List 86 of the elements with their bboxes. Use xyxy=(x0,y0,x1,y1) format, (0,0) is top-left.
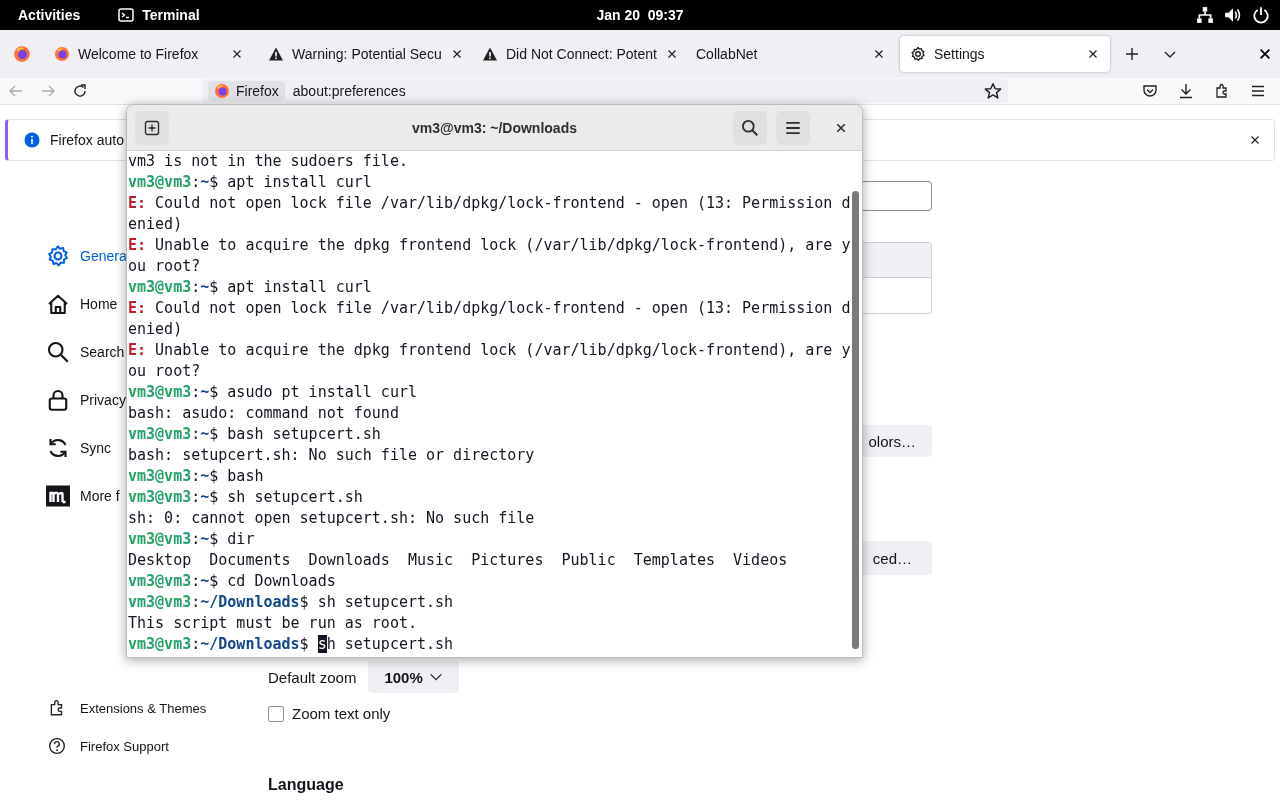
colors-button[interactable]: olors… xyxy=(862,425,932,457)
download-icon[interactable] xyxy=(1178,83,1194,99)
terminal-output-line: bash: asudo: command not found xyxy=(128,403,399,424)
terminal-prompt-line: vm3@vm3:~$ bash xyxy=(128,466,264,487)
terminal-output-line: bash: setupcert.sh: No such file or directory xyxy=(128,445,535,466)
advanced-button[interactable]: ced… xyxy=(862,541,932,575)
terminal-output-line: This script must be run as root. xyxy=(128,613,417,634)
browser-tab[interactable]: CollabNet xyxy=(686,36,896,72)
settings-icon xyxy=(910,46,926,62)
lock-icon xyxy=(46,388,70,412)
browser-tab[interactable]: Settings xyxy=(900,36,1110,72)
sidebar-item[interactable]: Search xyxy=(46,328,125,376)
notification-text: Firefox auto xyxy=(50,132,124,148)
terminal-error-line: E: Unable to acquire the dpkg frontend lock (/var/lib/dpkg/lock-frontend), are y xyxy=(128,340,851,361)
bookmark-star-icon[interactable] xyxy=(984,82,1002,100)
terminal-prompt-line: vm3@vm3:~$ sh setupcert.sh xyxy=(128,487,363,508)
terminal-output-line: ou root? xyxy=(128,361,201,382)
close-icon xyxy=(835,121,847,134)
new-tab-icon[interactable] xyxy=(1124,46,1140,62)
terminal-prompt-line: vm3@vm3:~$ asudo pt install curl xyxy=(128,382,417,403)
network-icon[interactable] xyxy=(1196,6,1214,24)
terminal-prompt-line: vm3@vm3:~$ apt install curl xyxy=(128,277,372,298)
terminal-output-line: vm3 is not in the sudoers file. xyxy=(128,151,408,172)
power-icon[interactable] xyxy=(1252,6,1270,24)
terminal-error-line: E: Could not open lock file /var/lib/dpkg/lock-frontend - open (13: Permission d xyxy=(128,193,851,214)
terminal-prompt-line: vm3@vm3:~$ apt install curl xyxy=(128,172,372,193)
settings-icon xyxy=(46,244,70,268)
sidebar-item[interactable]: Genera xyxy=(46,232,127,280)
terminal-prompt-line: vm3@vm3:~/Downloads$ sh setupcert.sh xyxy=(128,634,454,655)
terminal-output-line: Desktop Documents Downloads Music Pictures Public Templates Videos xyxy=(128,550,788,571)
home-icon xyxy=(46,292,70,316)
url-text: about:preferences xyxy=(292,83,407,99)
terminal-output-line: sh: 0: cannot open setupcert.sh: No such file xyxy=(128,508,535,529)
sidebar-item[interactable]: Home xyxy=(46,280,118,328)
warning-icon xyxy=(482,46,498,62)
search-icon xyxy=(46,340,70,364)
menu-button[interactable] xyxy=(776,110,810,145)
terminal-error-line: E: Could not open lock file /var/lib/dpkg/lock-frontend - open (13: Permission d xyxy=(128,298,851,319)
scrollbar[interactable] xyxy=(852,191,859,649)
warning-icon xyxy=(268,46,284,62)
firefox-icon[interactable] xyxy=(13,45,31,63)
browser-tab[interactable]: Warning: Potential Secu xyxy=(258,36,468,72)
menu-icon[interactable] xyxy=(1250,83,1266,99)
section-heading: Language xyxy=(268,776,345,794)
extensions-icon[interactable] xyxy=(1214,83,1230,99)
help-icon xyxy=(48,737,66,755)
terminal-prompt-line: vm3@vm3:~$ dir xyxy=(128,529,255,550)
terminal-output-line: enied) xyxy=(128,319,183,340)
browser-tab[interactable]: Did Not Connect: Potent xyxy=(472,36,682,72)
firefox-icon xyxy=(214,83,230,99)
mozilla-icon xyxy=(46,484,70,508)
identity-chip[interactable]: Firefox xyxy=(208,81,285,101)
reload-icon[interactable] xyxy=(72,83,88,99)
close-icon[interactable] xyxy=(1258,47,1272,61)
checkbox[interactable] xyxy=(268,705,284,722)
new-tab-button[interactable] xyxy=(135,110,169,145)
browser-tab[interactable]: Welcome to Firefox xyxy=(44,36,254,72)
sidebar-link[interactable]: Extensions & Themes xyxy=(48,698,268,718)
info-icon xyxy=(24,132,40,148)
sidebar-item[interactable]: Privacy xyxy=(46,376,126,424)
terminal-prompt-line: vm3@vm3:~$ cd Downloads xyxy=(128,571,336,592)
window-title: vm3@vm3: ~/Downloads xyxy=(412,119,577,136)
activities-button[interactable]: Activities xyxy=(18,7,81,23)
terminal-prompt-line: vm3@vm3:~/Downloads$ sh setupcert.sh xyxy=(128,592,454,613)
sidebar-link[interactable]: Firefox Support xyxy=(48,736,268,756)
terminal-icon xyxy=(118,7,135,23)
zoom-label: Default zoom xyxy=(268,668,357,686)
pocket-icon[interactable] xyxy=(1142,83,1158,99)
sync-icon xyxy=(46,436,70,460)
sidebar-item[interactable]: More f xyxy=(46,472,120,520)
volume-icon[interactable] xyxy=(1224,6,1242,24)
search-icon xyxy=(741,118,759,137)
zoom-dropdown[interactable]: 100% xyxy=(368,661,459,693)
checkbox-label: Zoom text only xyxy=(292,705,391,722)
terminal-output-line: enied) xyxy=(128,214,183,235)
app-menu-button[interactable]: Terminal xyxy=(118,7,200,23)
terminal-output-line: ou root? xyxy=(128,256,201,277)
terminal-error-line: E: Unable to acquire the dpkg frontend lock (/var/lib/dpkg/lock-frontend), are y xyxy=(128,235,851,256)
new-tab-icon xyxy=(144,119,160,136)
terminal-prompt-line: vm3@vm3:~$ bash setupcert.sh xyxy=(128,424,381,445)
clock[interactable]: Jan 20 09:37 xyxy=(596,7,684,23)
terminal-cursor: s xyxy=(317,635,327,653)
firefox-icon xyxy=(54,46,70,62)
url-bar[interactable]: Firefox about:preferences xyxy=(202,79,1008,103)
search-button[interactable] xyxy=(733,110,767,145)
sidebar-item[interactable]: Sync xyxy=(46,424,112,472)
